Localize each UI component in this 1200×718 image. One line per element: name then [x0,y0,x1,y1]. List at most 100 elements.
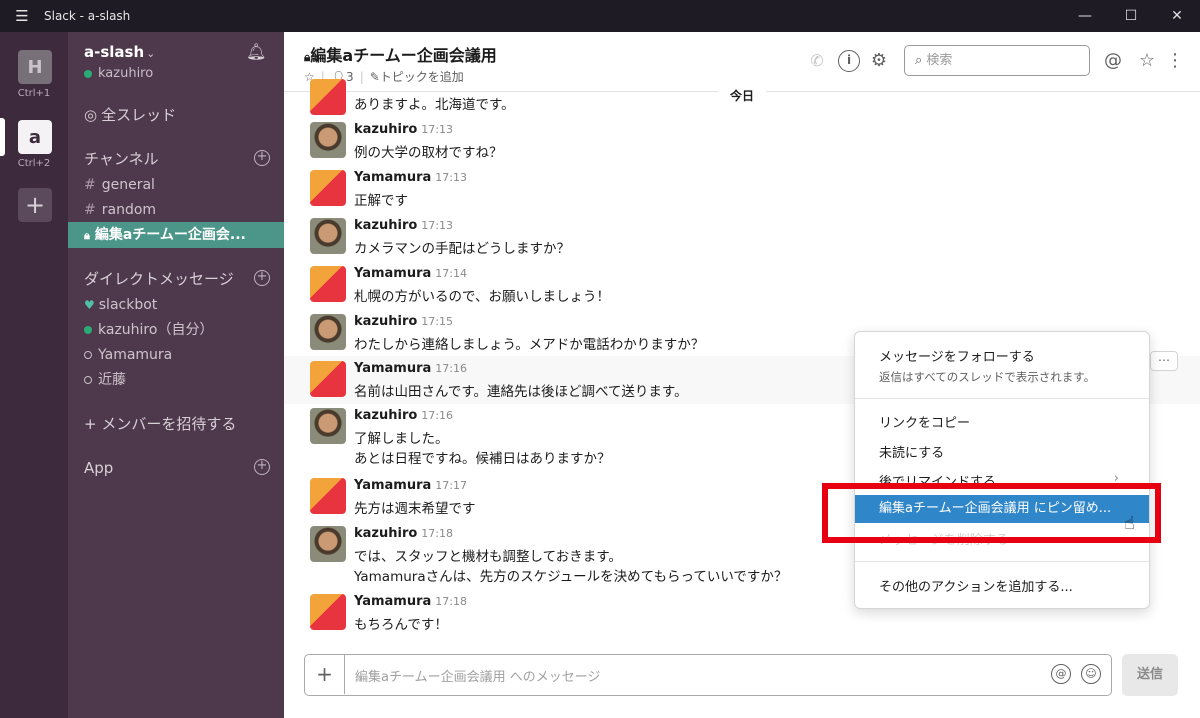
search-input[interactable]: ⌕ 検索 [904,45,1090,76]
emoji-icon[interactable]: ☺ [1081,664,1101,684]
message-time[interactable]: 17:15 [421,315,453,328]
dm-header[interactable]: ダイレクトメッセージ + [68,266,284,292]
avatar[interactable] [310,79,346,115]
hamburger-menu-icon[interactable]: ☰ [0,7,44,25]
message-text: Yamamuraさんは、先方のスケジュールを決めてもらっていいですか？ [354,569,788,585]
maximize-button[interactable]: ☐ [1108,8,1154,24]
gear-icon[interactable]: ⚙ [868,50,890,72]
minimize-button[interactable]: — [1062,8,1108,24]
message-text: 先方は週末希望です [354,501,476,517]
message-time[interactable]: 17:17 [435,479,467,492]
add-app-icon[interactable]: + [254,459,270,475]
message-time[interactable]: 17:13 [421,123,453,136]
info-icon[interactable]: i [838,50,860,72]
message-time[interactable]: 17:16 [421,409,453,422]
avatar[interactable] [310,122,346,158]
workspace-h-button[interactable]: H [18,50,52,84]
avatar[interactable] [310,361,346,397]
more-actions-button[interactable]: ⋯ [1150,351,1178,371]
current-user[interactable]: kazuhiro [84,66,153,81]
message-composer: + 編集aチームー企画会議用 へのメッセージ @ ☺ [304,654,1112,696]
workspace-a-button[interactable]: a [18,120,52,154]
message-author[interactable]: kazuhiro 17:18 [354,526,453,541]
sidebar-item-all-threads[interactable]: ◎ 全スレッド [68,102,284,128]
menu-divider [855,398,1149,399]
message-author[interactable]: kazuhiro 17:15 [354,314,453,329]
presence-active-icon [84,69,92,78]
sidebar-item-kondo[interactable]: 近藤 [68,367,284,393]
add-workspace-button[interactable]: + [18,188,52,222]
message-author[interactable]: Yamamura 17:14 [354,266,467,281]
attach-plus-icon[interactable]: + [305,655,345,694]
avatar[interactable] [310,314,346,350]
phone-icon[interactable]: ✆ [806,50,828,72]
sidebar-item-random[interactable]: # random [68,197,284,223]
lock-icon: 🔒︎ [84,229,90,242]
avatar[interactable] [310,526,346,562]
window-title: Slack - a-slash [44,9,131,23]
highlight-annotation-box [822,483,1161,543]
bell-icon[interactable]: 🔔︎ [246,42,266,61]
message-text: ありますよ。北海道です。 [354,97,515,113]
apps-header[interactable]: App + [68,455,284,481]
menu-item-add-more-actions[interactable]: その他のアクションを追加する... [855,576,1149,595]
message-text: もちろんです！ [354,617,448,633]
pencil-icon: ✎ [369,70,380,84]
message-time[interactable]: 17:18 [435,595,467,608]
message-author[interactable]: Yamamura 17:17 [354,478,467,493]
message-author[interactable]: Yamamura 17:13 [354,170,467,185]
message-item[interactable]: kazuhiro 17:13 カメラマンの手配はどうしますか？ [284,214,1200,262]
message-author[interactable]: Yamamura 17:18 [354,594,467,609]
avatar[interactable] [310,218,346,254]
add-topic-button[interactable]: ✎トピックを追加 [370,68,464,85]
message-input[interactable]: 編集aチームー企画会議用 へのメッセージ [355,666,600,685]
message-item[interactable]: kazuhiro 17:13 例の大学の取材ですね？ [284,118,1200,166]
message-item[interactable]: ありますよ。北海道です。 [284,79,1200,117]
avatar[interactable] [310,478,346,514]
sidebar-item-planning-channel[interactable]: 🔒︎ 編集aチームー企画会... [68,222,284,248]
avatar[interactable] [310,170,346,206]
message-text: 名前は山田さんです。連絡先は後ほど調べて送ります。 [354,384,688,400]
menu-item-follow-description: 返信はすべてのスレッドで表示されます。 [879,370,1096,384]
sidebar-item-yamamura[interactable]: Yamamura [68,342,284,368]
close-window-button[interactable]: ✕ [1154,8,1200,24]
add-dm-icon[interactable]: + [254,270,270,286]
message-time[interactable]: 17:18 [421,527,453,540]
channels-header[interactable]: チャンネル + [68,146,284,172]
more-vertical-icon[interactable]: ⋮ [1166,50,1184,72]
menu-item-mark-unread[interactable]: 未読にする [855,442,1149,461]
message-time[interactable]: 17:14 [435,267,467,280]
avatar[interactable] [310,408,346,444]
menu-item-follow-message[interactable]: メッセージをフォローする [855,346,1149,365]
send-button[interactable]: 送信 [1122,654,1178,696]
message-text: カメラマンの手配はどうしますか？ [354,241,570,257]
presence-away-icon [84,351,92,359]
sidebar: a-slash ⌄ 🔔︎ kazuhiro ◎ 全スレッド チャンネル + # gene… [68,32,284,718]
star-icon[interactable]: ☆ [1136,50,1158,72]
add-channel-icon[interactable]: + [254,150,270,166]
workspace-a-shortcut: Ctrl+2 [17,158,51,169]
message-item[interactable]: Yamamura 17:13 正解です [284,166,1200,214]
channel-header: 🔒︎編集aチームー企画会議用 ☆ | 👤︎3 | ✎トピックを追加 ✆ i ⚙ … [284,32,1200,92]
menu-item-copy-link[interactable]: リンクをコピー [855,412,1149,431]
message-author[interactable]: Yamamura 17:16 [354,361,467,376]
invite-members-link[interactable]: + メンバーを招待する [68,411,284,437]
avatar[interactable] [310,266,346,302]
mention-icon[interactable]: @ [1051,664,1071,684]
message-author[interactable]: kazuhiro 17:13 [354,218,453,233]
sidebar-item-general[interactable]: # general [68,172,284,198]
avatar[interactable] [310,594,346,630]
sidebar-item-kazuhiro[interactable]: kazuhiro（自分） [68,317,284,343]
message-time[interactable]: 17:13 [421,219,453,232]
team-name-menu[interactable]: a-slash ⌄ [84,43,155,61]
message-time[interactable]: 17:13 [435,171,467,184]
hand-cursor-icon: ☝︎ [1124,513,1135,534]
message-text: 例の大学の取材ですね？ [354,145,503,161]
message-author[interactable]: kazuhiro 17:13 [354,122,453,137]
sidebar-item-slackbot[interactable]: ♥ slackbot [68,292,284,318]
message-text: では、スタッフと機材も調整しておきます。 [354,549,622,565]
mentions-icon[interactable]: @ [1102,50,1124,72]
message-author[interactable]: kazuhiro 17:16 [354,408,453,423]
message-time[interactable]: 17:16 [435,362,467,375]
message-item[interactable]: Yamamura 17:14 札幌の方がいるので、お願いしましょう！ [284,262,1200,310]
